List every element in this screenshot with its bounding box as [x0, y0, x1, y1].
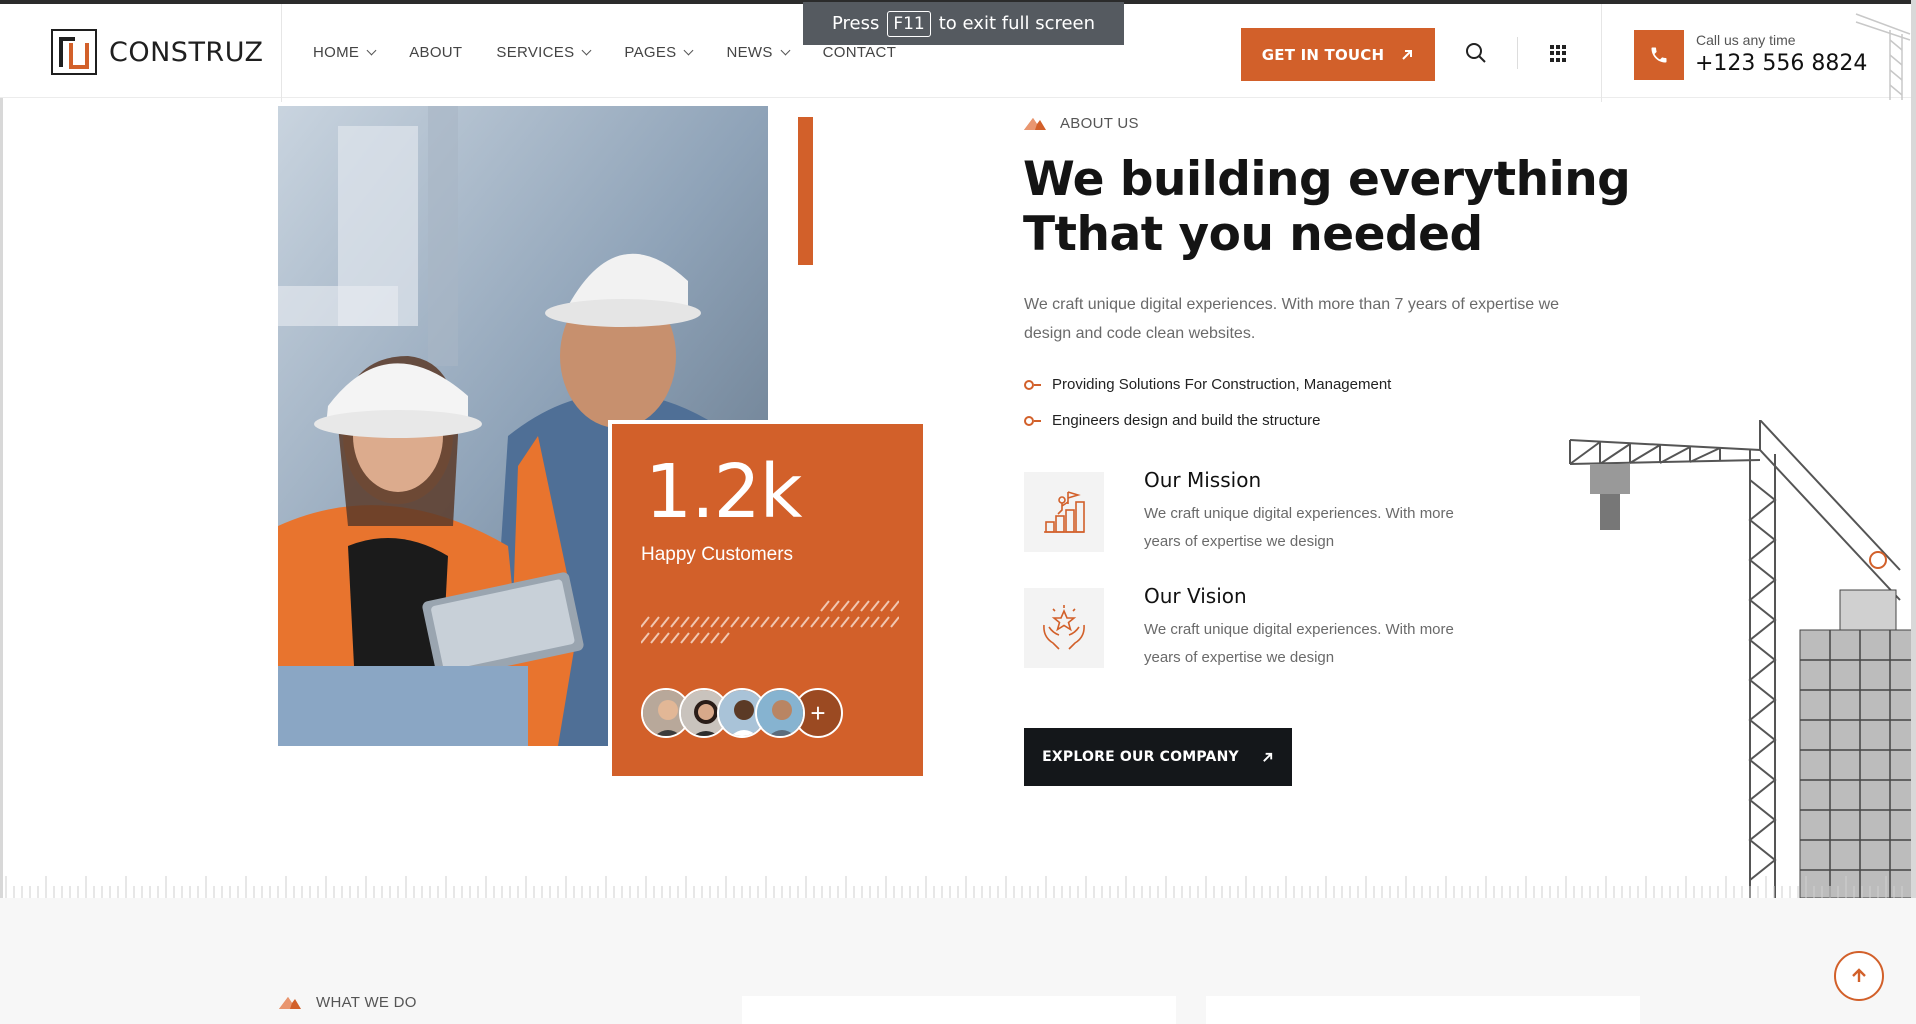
explore-company-button[interactable]: EXPLORE OUR COMPANY: [1024, 728, 1292, 786]
bullet-item: Engineers design and build the structure: [1024, 412, 1321, 429]
vision-text: We craft unique digital experiences. Wit…: [1144, 621, 1454, 666]
service-card[interactable]: [1206, 996, 1640, 1024]
explore-label: EXPLORE OUR COMPANY: [1042, 749, 1239, 765]
nav-label: NEWS: [726, 44, 773, 61]
about-lead: We craft unique digital experiences. Wit…: [1024, 296, 1560, 342]
bullet-icon: [1024, 379, 1042, 391]
bullet-item: Providing Solutions For Construction, Ma…: [1024, 376, 1391, 393]
happy-customers-card: 1.2k Happy Customers +: [608, 420, 927, 780]
mission-flag-icon: [1024, 472, 1104, 552]
triangle-marker-icon: [1024, 117, 1046, 130]
title-line-2: Tthat you needed: [1023, 207, 1483, 262]
arrow-up-right-icon: [1262, 752, 1272, 762]
bullet-text: Engineers design and build the structure: [1052, 412, 1321, 429]
nav-label: CONTACT: [822, 44, 897, 61]
nav-label: PAGES: [624, 44, 677, 61]
customer-avatars: +: [641, 688, 843, 738]
accent-bar: [798, 117, 813, 265]
title-line-1: We building everything: [1023, 152, 1631, 207]
triangle-marker-icon: [279, 996, 301, 1009]
mission-title: Our Mission: [1144, 468, 1262, 492]
brand-name: CONSTRUZ: [109, 36, 264, 68]
fullscreen-notice: Press F11 to exit full screen: [803, 2, 1124, 45]
hatch-pattern-decoration: [641, 600, 899, 644]
arrow-up-icon: [1852, 968, 1866, 982]
cta-label: GET IN TOUCH: [1261, 45, 1385, 64]
fullscreen-key: F11: [887, 10, 931, 37]
crane-jib-decoration: [1855, 13, 1911, 100]
customers-count: 1.2k: [645, 449, 803, 535]
phone-icon[interactable]: [1634, 30, 1684, 80]
what-we-do-eyebrow: WHAT WE DO: [316, 994, 417, 1011]
avatar: [755, 688, 805, 738]
bullet-text: Providing Solutions For Construction, Ma…: [1052, 376, 1392, 393]
call-label: Call us any time: [1696, 32, 1796, 48]
nav-item-services[interactable]: SERVICES: [496, 44, 592, 61]
back-to-top-button[interactable]: [1834, 951, 1884, 1001]
crane-building-illustration: [1569, 420, 1916, 898]
nav-item-about[interactable]: ABOUT: [409, 44, 462, 61]
nav-label: ABOUT: [409, 44, 463, 61]
header-divider: [1517, 37, 1518, 69]
section-eyebrow: WHAT WE DO: [278, 994, 417, 1011]
arrow-up-right-icon: [1402, 49, 1413, 60]
brand-logo[interactable]: CONSTRUZ: [51, 29, 263, 75]
call-number[interactable]: +123 556 8824: [1695, 51, 1867, 76]
fullscreen-suffix-text: to exit full screen: [938, 13, 1096, 34]
customers-label: Happy Customers: [641, 544, 794, 565]
get-in-touch-button[interactable]: GET IN TOUCH: [1241, 28, 1435, 81]
fullscreen-press-text: Press: [831, 13, 880, 34]
nav-label: HOME: [313, 44, 360, 61]
logo-mark-icon: [51, 29, 97, 75]
ruler-divider-decoration: [5, 876, 1903, 898]
search-icon[interactable]: [1465, 42, 1487, 64]
service-card[interactable]: [742, 996, 1176, 1024]
header-divider: [1601, 4, 1602, 102]
about-eyebrow: ABOUT US: [1060, 115, 1139, 132]
bullet-icon: [1024, 415, 1042, 427]
nav-item-news[interactable]: NEWS: [726, 44, 791, 61]
vision-title: Our Vision: [1144, 584, 1247, 608]
main-nav: HOME ABOUT SERVICES PAGES NEWS CONTACT: [313, 44, 930, 61]
chevron-down-icon: [780, 45, 791, 56]
grid-menu-icon[interactable]: [1550, 45, 1567, 62]
nav-item-pages[interactable]: PAGES: [624, 44, 694, 61]
nav-item-home[interactable]: HOME: [313, 44, 377, 61]
vision-hands-star-icon: [1024, 588, 1104, 668]
section-eyebrow: ABOUT US: [1024, 115, 1139, 132]
nav-item-contact[interactable]: CONTACT: [823, 44, 896, 61]
chevron-down-icon: [684, 45, 694, 56]
header-divider: [281, 4, 282, 102]
mission-text: We craft unique digital experiences. Wit…: [1144, 505, 1454, 550]
chevron-down-icon: [581, 45, 592, 56]
chevron-down-icon: [366, 45, 377, 56]
about-title: We building everything Tthat you needed: [1023, 152, 1643, 262]
nav-label: SERVICES: [496, 44, 575, 61]
